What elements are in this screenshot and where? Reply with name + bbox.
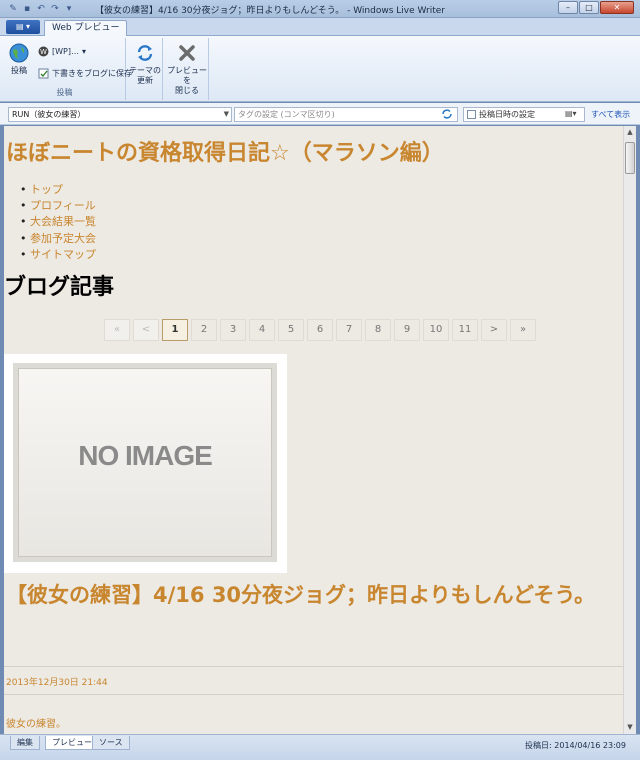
close-preview-group: プレビューを 閉じる: [165, 38, 209, 100]
quick-access-toolbar: ✎ ▪ ↶ ↷ ▾: [0, 0, 74, 18]
refresh-theme-label: テーマの 更新: [129, 66, 161, 85]
pager-page-11[interactable]: 11: [452, 319, 478, 341]
bottom-bar: 編集 プレビュー ソース 投稿日: 2014/04/16 23:09: [0, 734, 640, 760]
pager-page-6[interactable]: 6: [307, 319, 333, 341]
pager-page-10[interactable]: 10: [423, 319, 449, 341]
divider: [4, 666, 623, 667]
theme-group: テーマの 更新: [127, 38, 163, 100]
save-draft-button[interactable]: 下書きをブログに保存: [38, 68, 132, 79]
blog-account-button[interactable]: W [WP]… ▾: [38, 46, 86, 57]
post-title[interactable]: 【彼女の練習】4/16 30分夜ジョグ；昨日よりもしんどそう。: [6, 578, 606, 612]
chevron-down-icon: ▾: [81, 47, 86, 56]
publish-button[interactable]: 投稿: [8, 42, 30, 76]
maximize-button[interactable]: □: [579, 1, 599, 14]
pager-last[interactable]: »: [510, 319, 536, 341]
refresh-icon: [137, 45, 153, 61]
nav-item-planned-races[interactable]: 参加予定大会: [20, 231, 96, 247]
pager-page-7[interactable]: 7: [336, 319, 362, 341]
pager-page-3[interactable]: 3: [220, 319, 246, 341]
tab-preview[interactable]: プレビュー: [45, 736, 99, 750]
tags-input[interactable]: タグの設定 (コンマ区切り): [234, 107, 458, 122]
no-image-placeholder: NO IMAGE: [13, 363, 277, 562]
window-title: 【彼女の練習】4/16 30分夜ジョグ；昨日よりもしんどそう。 - Window…: [95, 6, 445, 16]
blog-nav: トップ プロフィール 大会結果一覧 参加予定大会 サイトマップ: [20, 182, 96, 263]
tab-web-preview[interactable]: Web プレビュー: [44, 20, 128, 37]
pager-page-1[interactable]: 1: [162, 319, 188, 341]
redo-icon[interactable]: ↷: [50, 4, 60, 14]
nav-item-profile[interactable]: プロフィール: [20, 198, 96, 214]
publish-group-label: 投稿: [56, 88, 73, 97]
ribbon: 投稿 W [WP]… ▾ 下書きをブログに保存 投稿 テーマの 更新 プレビュー…: [0, 36, 640, 102]
calendar-icon[interactable]: ▤▾: [565, 109, 579, 119]
svg-text:W: W: [40, 48, 47, 56]
save-draft-label: 下書きをブログに保存: [52, 69, 132, 78]
tab-edit[interactable]: 編集: [10, 736, 40, 750]
save-icon[interactable]: ▪: [22, 4, 32, 14]
pager-page-4[interactable]: 4: [249, 319, 275, 341]
minimize-button[interactable]: –: [558, 1, 578, 14]
customize-qat-icon[interactable]: ▾: [64, 4, 74, 14]
refresh-tags-icon[interactable]: [441, 108, 453, 120]
close-preview-button[interactable]: プレビューを 閉じる: [167, 42, 207, 96]
pager-page-8[interactable]: 8: [365, 319, 391, 341]
undo-icon[interactable]: ↶: [36, 4, 46, 14]
category-dropdown[interactable]: RUN（彼女の練習） ▼: [8, 107, 232, 122]
post-excerpt: 彼女の練習。: [6, 719, 66, 730]
chevron-down-icon: ▼: [223, 110, 229, 118]
title-bar: ✎ ▪ ↶ ↷ ▾ 【彼女の練習】4/16 30分夜ジョグ；昨日よりもしんどそう…: [0, 0, 640, 18]
tab-source[interactable]: ソース: [92, 736, 130, 750]
wordpress-icon: W: [38, 46, 49, 57]
section-heading: ブログ記事: [4, 275, 115, 300]
close-preview-label: プレビューを 閉じる: [167, 66, 207, 95]
close-button[interactable]: ✕: [600, 1, 634, 14]
show-all-link[interactable]: すべて表示: [591, 109, 630, 120]
pager-prev[interactable]: <: [133, 319, 159, 341]
application-menu-button[interactable]: ▤ ▾: [6, 20, 40, 34]
save-draft-icon: [38, 68, 49, 79]
blog-title[interactable]: ほぼニートの資格取得日記☆（マラソン編）: [6, 135, 444, 167]
scroll-thumb[interactable]: [625, 142, 635, 174]
refresh-theme-button[interactable]: テーマの 更新: [129, 42, 161, 86]
pager-page-2[interactable]: 2: [191, 319, 217, 341]
divider: [4, 694, 623, 695]
scroll-up-icon[interactable]: ▲: [624, 126, 636, 139]
post-properties-toolbar: RUN（彼女の練習） ▼ タグの設定 (コンマ区切り) 投稿日時の設定 ▤▾ す…: [0, 103, 640, 125]
app-icon[interactable]: ✎: [8, 4, 18, 14]
no-image-text: NO IMAGE: [78, 440, 213, 471]
ribbon-tab-row: ▤ ▾ Web プレビュー: [0, 18, 640, 37]
nav-item-race-results[interactable]: 大会結果一覧: [20, 214, 96, 230]
nav-item-top[interactable]: トップ: [20, 182, 96, 198]
set-post-date-label: 投稿日時の設定: [479, 110, 535, 119]
category-value: RUN（彼女の練習）: [12, 110, 86, 119]
status-post-date: 投稿日: 2014/04/16 23:09: [525, 741, 626, 750]
checkbox-box[interactable]: [467, 110, 476, 119]
pagination: « < 1 2 3 4 5 6 7 8 9 10 11 > »: [104, 319, 536, 341]
scroll-down-icon[interactable]: ▼: [624, 721, 636, 734]
globe-icon: [9, 43, 29, 63]
post-date: 2013年12月30日 21:44: [6, 678, 108, 688]
pager-page-9[interactable]: 9: [394, 319, 420, 341]
publish-label: 投稿: [11, 66, 27, 75]
vertical-scrollbar[interactable]: ▲ ▼: [623, 126, 636, 734]
publish-group: 投稿 W [WP]… ▾ 下書きをブログに保存 投稿: [4, 38, 132, 100]
nav-item-sitemap[interactable]: サイトマップ: [20, 247, 96, 263]
tags-placeholder: タグの設定 (コンマ区切り): [238, 110, 335, 119]
pager-page-5[interactable]: 5: [278, 319, 304, 341]
post-thumbnail[interactable]: NO IMAGE: [4, 354, 287, 573]
blog-account-label: [WP]…: [52, 47, 79, 56]
pager-next[interactable]: >: [481, 319, 507, 341]
web-preview-pane: ほぼニートの資格取得日記☆（マラソン編） トップ プロフィール 大会結果一覧 参…: [4, 126, 623, 734]
pager-first[interactable]: «: [104, 319, 130, 341]
close-x-icon: [179, 45, 195, 61]
